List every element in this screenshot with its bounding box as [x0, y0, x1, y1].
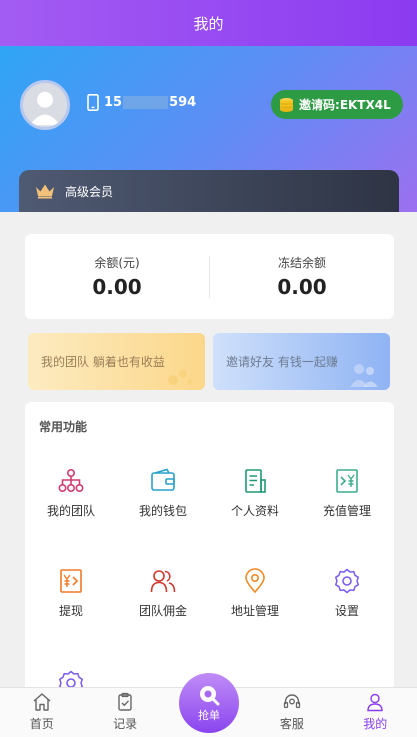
- vip-level-bar[interactable]: 高级会员: [19, 170, 399, 212]
- function-label: 团队佣金: [138, 604, 187, 618]
- recharge-icon: [336, 469, 358, 493]
- balance-value: 0.00: [92, 275, 142, 299]
- headset-icon: [283, 694, 301, 709]
- function-label: 我的团队: [46, 504, 95, 518]
- invite-code-label: 邀请码:: [299, 98, 340, 112]
- tab-customer-service[interactable]: 客服: [250, 688, 333, 737]
- tab-home[interactable]: 首页: [0, 688, 83, 737]
- page-title: 我的: [193, 14, 224, 33]
- profile-doc-icon: [245, 469, 266, 493]
- phone-mask: [123, 96, 169, 109]
- function-profile[interactable]: 个人资料: [209, 468, 301, 519]
- invite-code-badge[interactable]: 邀请码: EKTX4L: [271, 90, 403, 119]
- top-bar: 我的: [0, 0, 417, 46]
- balance-label: 余额(元): [94, 256, 140, 270]
- wallet-icon: [151, 468, 175, 491]
- tab-label: 我的: [363, 717, 388, 731]
- withdraw-icon: [60, 569, 82, 593]
- tab-label: 首页: [29, 717, 54, 731]
- function-settings[interactable]: 设置: [301, 568, 393, 619]
- my-team-banner[interactable]: 我的团队 躺着也有收益: [28, 333, 205, 390]
- frozen-balance-label: 冻结余额: [277, 256, 326, 270]
- function-label: 提现: [58, 604, 83, 618]
- function-label: 个人资料: [230, 504, 279, 518]
- gear-icon: [334, 568, 360, 594]
- tab-records[interactable]: 记录: [83, 688, 166, 737]
- team-commission-icon: [150, 570, 176, 593]
- frozen-balance-item[interactable]: 冻结余额 0.00: [210, 234, 394, 319]
- grab-order-label: 抢单: [198, 708, 220, 722]
- tab-mine[interactable]: 我的: [334, 688, 417, 737]
- team-tree-icon: [58, 468, 84, 492]
- function-team-commission[interactable]: 团队佣金: [117, 568, 209, 619]
- function-address-management[interactable]: 地址管理: [209, 568, 301, 619]
- phone-number: 15 594: [87, 94, 196, 111]
- location-pin-icon: [245, 568, 265, 594]
- phone-prefix: 15: [104, 95, 123, 110]
- balance-card: 余额(元) 0.00 冻结余额 0.00: [25, 234, 394, 319]
- invite-friends-banner-text: 邀请好友 有钱一起赚: [226, 355, 338, 369]
- function-withdraw[interactable]: 提现: [25, 568, 117, 619]
- balance-item[interactable]: 余额(元) 0.00: [25, 234, 209, 319]
- phone-suffix: 594: [169, 95, 197, 110]
- coins-icon: [280, 97, 293, 112]
- vip-level-label: 高级会员: [65, 184, 114, 199]
- function-my-wallet[interactable]: 我的钱包: [117, 468, 209, 519]
- common-functions-panel: 常用功能 我的团队 我的钱包 个人资料 充值管理 提现 团队佣金 地址管理 设置: [25, 402, 394, 702]
- grab-order-icon: [200, 685, 220, 705]
- function-label: 充值管理: [322, 504, 371, 518]
- tab-label: 记录: [113, 717, 138, 731]
- crown-icon: [36, 184, 54, 199]
- avatar-placeholder-icon: [23, 83, 67, 127]
- function-recharge-management[interactable]: 充值管理: [301, 468, 393, 519]
- frozen-balance-value: 0.00: [277, 275, 327, 299]
- mobile-phone-icon: [87, 94, 99, 111]
- avatar[interactable]: [20, 80, 70, 130]
- function-label: 我的钱包: [138, 504, 187, 518]
- invite-friends-banner[interactable]: 邀请好友 有钱一起赚: [213, 333, 390, 390]
- home-icon: [33, 693, 51, 711]
- function-my-team[interactable]: 我的团队: [25, 468, 117, 519]
- common-functions-title: 常用功能: [39, 420, 88, 434]
- people-decoration-icon: [350, 364, 378, 387]
- user-icon: [367, 693, 383, 712]
- coin-decoration-icon: [168, 370, 193, 385]
- tab-label: 客服: [279, 717, 304, 731]
- grab-order-button[interactable]: 抢单: [179, 673, 239, 733]
- function-label: 设置: [334, 604, 359, 618]
- record-icon: [118, 692, 132, 711]
- function-label: 地址管理: [230, 604, 279, 618]
- my-team-banner-text: 我的团队 躺着也有收益: [41, 355, 165, 369]
- profile-header: 15 594 邀请码: EKTX4L 高级会员: [0, 46, 417, 212]
- invite-code-value: EKTX4L: [339, 97, 391, 112]
